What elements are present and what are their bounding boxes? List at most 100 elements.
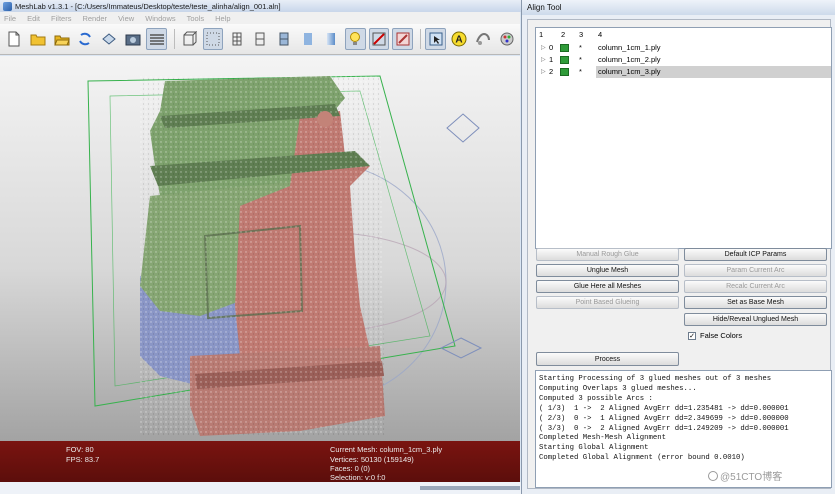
column-header-2[interactable]: 2 bbox=[561, 30, 565, 39]
3d-viewport[interactable] bbox=[0, 56, 520, 441]
toolbar-separator bbox=[173, 29, 175, 49]
smooth-shading-icon bbox=[327, 33, 336, 45]
save-icon bbox=[102, 33, 116, 45]
visibility-icon[interactable] bbox=[560, 68, 569, 76]
tree-row-selected[interactable]: ▷ 2 * column_1cm_3.ply bbox=[536, 66, 831, 78]
align-tool-title-bar: Align Tool bbox=[522, 0, 835, 15]
annotate-button[interactable]: A bbox=[449, 28, 470, 50]
camera-icon bbox=[125, 34, 141, 46]
reload-button[interactable] bbox=[75, 28, 96, 50]
flat-lines-render-button[interactable] bbox=[274, 28, 295, 50]
align-tool-button[interactable] bbox=[473, 28, 494, 50]
tree-row[interactable]: ▷ 0 * column_1cm_1.ply bbox=[536, 42, 831, 54]
snapshot-button[interactable] bbox=[122, 28, 143, 50]
mesh-name-cell[interactable]: column_1cm_3.ply bbox=[596, 66, 831, 78]
mesh-name-cell[interactable]: column_1cm_2.ply bbox=[596, 54, 831, 66]
point-based-glueing-button[interactable]: Point Based Glueing bbox=[536, 296, 679, 309]
fancy-lighting-button[interactable] bbox=[392, 28, 414, 50]
save-button[interactable] bbox=[99, 28, 120, 50]
reload-icon bbox=[79, 32, 92, 46]
smooth-render-button[interactable] bbox=[321, 28, 342, 50]
watermark: @51CTO博客 bbox=[708, 468, 782, 483]
menu-filters[interactable]: Filters bbox=[51, 14, 71, 23]
palette-icon bbox=[500, 32, 514, 46]
visibility-icon[interactable] bbox=[560, 44, 569, 52]
align-tool-body: 1 2 3 4 ▷ 0 * column_1cm_1.ply ▷ 1 * col… bbox=[527, 19, 832, 489]
expand-arrow-icon[interactable]: ▷ bbox=[541, 68, 546, 75]
mesh-name: column_1cm_2.ply bbox=[598, 55, 661, 64]
faces-readout: Faces: 0 (0) bbox=[330, 464, 371, 473]
mesh-name: column_1cm_1.ply bbox=[598, 43, 661, 52]
expand-arrow-icon[interactable]: ▷ bbox=[541, 44, 546, 51]
status-panel: FOV: 80 FPS: 83.7 Current Mesh: column_1… bbox=[0, 441, 520, 482]
false-colors-checkbox[interactable]: ✓ bbox=[688, 332, 696, 340]
main-toolbar: A bbox=[0, 24, 520, 55]
glued-star: * bbox=[579, 55, 582, 64]
menu-file[interactable]: File bbox=[4, 14, 16, 23]
annotate-a-icon: A bbox=[451, 31, 467, 47]
light-bulb-icon bbox=[350, 32, 361, 45]
menu-view[interactable]: View bbox=[118, 14, 134, 23]
open-mesh-button[interactable] bbox=[28, 28, 49, 50]
layers-button[interactable] bbox=[146, 28, 167, 50]
mesh-id: 1 bbox=[549, 55, 554, 64]
menu-edit[interactable]: Edit bbox=[27, 14, 40, 23]
log-line: Starting Global Alignment bbox=[539, 444, 649, 453]
menu-tools[interactable]: Tools bbox=[187, 14, 205, 23]
color-tool-button[interactable] bbox=[496, 28, 517, 50]
point-noise bbox=[140, 76, 385, 436]
column-header-1[interactable]: 1 bbox=[539, 30, 543, 39]
vertices-readout: Vertices: 50130 (159149) bbox=[330, 455, 414, 464]
toolbar-separator bbox=[420, 29, 422, 49]
recalc-current-arc-button[interactable]: Recalc Current Arc bbox=[684, 280, 827, 293]
bbox-render-button[interactable] bbox=[179, 28, 200, 50]
log-line: Computing Overlaps 3 glued meshes... bbox=[539, 384, 697, 393]
set-as-base-mesh-button[interactable]: Set as Base Mesh bbox=[684, 296, 827, 309]
lighting-button[interactable] bbox=[344, 28, 366, 50]
log-line: ( 3/3) 0 -> 2 Aligned AvgErr dd=1.249209… bbox=[539, 424, 789, 433]
param-current-arc-button[interactable]: Param Current Arc bbox=[684, 264, 827, 277]
open-project-button[interactable] bbox=[51, 28, 72, 50]
mesh-id: 2 bbox=[549, 67, 554, 76]
window-title: MeshLab v1.3.1 - [C:/Users/Immateus/Desk… bbox=[15, 1, 281, 11]
wireframe-render-button[interactable] bbox=[226, 28, 247, 50]
hide-reveal-unglued-button[interactable]: Hide/Reveal Unglued Mesh bbox=[684, 313, 827, 326]
hidden-lines-icon bbox=[255, 32, 265, 46]
new-project-button[interactable] bbox=[4, 28, 25, 50]
align-tool-title: Align Tool bbox=[527, 3, 562, 12]
menu-windows[interactable]: Windows bbox=[145, 14, 175, 23]
mesh-name-cell[interactable]: column_1cm_1.ply bbox=[596, 42, 831, 54]
menu-help[interactable]: Help bbox=[215, 14, 230, 23]
bounding-box-icon bbox=[183, 31, 198, 46]
double-light-icon bbox=[372, 32, 386, 46]
column-header-4[interactable]: 4 bbox=[598, 30, 602, 39]
select-tool-button[interactable] bbox=[425, 28, 446, 50]
view-gizmo-diamond bbox=[446, 113, 480, 143]
glue-here-all-meshes-button[interactable]: Glue Here all Meshes bbox=[536, 280, 679, 293]
selection-readout: Selection: v:0 f:0 bbox=[330, 473, 386, 482]
watermark-text: @51CTO博客 bbox=[720, 472, 783, 483]
double-side-lighting-button[interactable] bbox=[368, 28, 390, 50]
unglue-mesh-button[interactable]: Unglue Mesh bbox=[536, 264, 679, 277]
expand-arrow-icon[interactable]: ▷ bbox=[541, 56, 546, 63]
points-render-button[interactable] bbox=[202, 28, 224, 50]
column-header-3[interactable]: 3 bbox=[579, 30, 583, 39]
mesh-name: column_1cm_3.ply bbox=[598, 67, 661, 76]
folder-icon bbox=[53, 35, 70, 46]
horizontal-scrollbar[interactable] bbox=[420, 486, 520, 490]
process-button[interactable]: Process bbox=[536, 352, 679, 366]
false-colors-label: False Colors bbox=[700, 331, 743, 340]
log-output[interactable]: Starting Processing of 3 glued meshes ou… bbox=[535, 370, 832, 488]
mesh-tree[interactable]: 1 2 3 4 ▷ 0 * column_1cm_1.ply ▷ 1 * col… bbox=[535, 27, 832, 249]
wireframe-icon bbox=[232, 32, 242, 46]
visibility-icon[interactable] bbox=[560, 56, 569, 64]
tree-header: 1 2 3 4 bbox=[536, 28, 831, 41]
default-icp-params-button[interactable]: Default ICP Params bbox=[684, 248, 827, 261]
flat-render-button[interactable] bbox=[297, 28, 318, 50]
menu-render[interactable]: Render bbox=[82, 14, 107, 23]
tree-row[interactable]: ▷ 1 * column_1cm_2.ply bbox=[536, 54, 831, 66]
fps-readout: FPS: 83.7 bbox=[66, 455, 100, 464]
manual-rough-glue-button[interactable]: Manual Rough Glue bbox=[536, 248, 679, 261]
mesh-id: 0 bbox=[549, 43, 554, 52]
hidden-lines-render-button[interactable] bbox=[250, 28, 271, 50]
